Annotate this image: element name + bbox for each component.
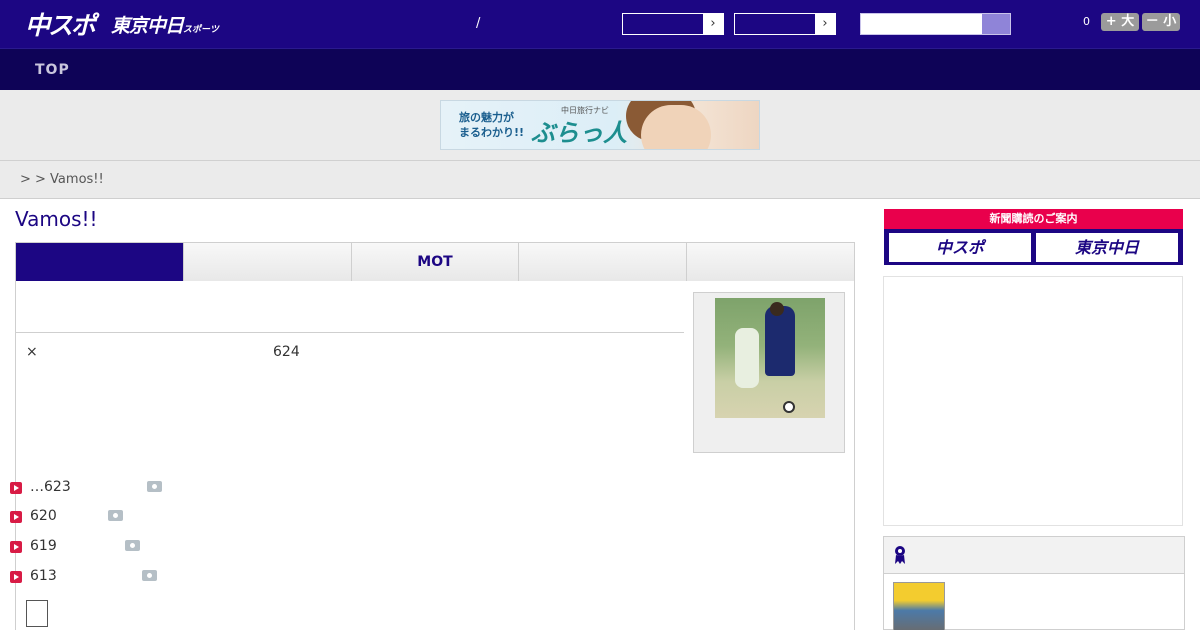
list-item-text[interactable]: …623 bbox=[30, 479, 71, 495]
page-title: Vamos!! bbox=[15, 207, 98, 231]
subscription-header: 新聞購読のご案内 bbox=[884, 209, 1183, 229]
breadcrumb[interactable]: > > Vamos!! bbox=[20, 172, 104, 187]
list-item-text[interactable]: 619 bbox=[30, 538, 57, 554]
search-button[interactable] bbox=[982, 14, 1010, 34]
header-select-1[interactable]: › bbox=[622, 13, 724, 35]
photo-ball bbox=[783, 401, 795, 413]
subscribe-tokyo-chunichi-button[interactable]: 東京中日 bbox=[1036, 233, 1178, 262]
banner-line2: まるわかり!! bbox=[459, 126, 525, 139]
bullet-arrow-icon bbox=[10, 482, 22, 494]
chevron-right-icon: › bbox=[703, 14, 723, 34]
sidebar-ad-slot[interactable] bbox=[883, 276, 1183, 526]
article-panel: × 624 bbox=[15, 281, 855, 464]
camera-icon bbox=[125, 540, 140, 551]
camera-icon bbox=[147, 481, 162, 492]
logo-tokyo-text: 東京中日 bbox=[111, 15, 184, 37]
photo-player-opponent bbox=[735, 328, 759, 388]
tab-5[interactable] bbox=[687, 243, 854, 281]
breadcrumb-bar: > > Vamos!! bbox=[0, 161, 1200, 199]
article-divider bbox=[16, 332, 684, 333]
header-select-2[interactable]: › bbox=[734, 13, 836, 35]
article-times-sign: × bbox=[26, 344, 38, 360]
site-header: 中スポ 東京中日スポーツ / › › 0 + 大 － 小 bbox=[0, 0, 1200, 48]
empty-thumbnail-box[interactable] bbox=[26, 600, 48, 627]
tab-2[interactable] bbox=[183, 243, 352, 281]
soccer-photo[interactable] bbox=[715, 298, 825, 418]
subscribe-chuspo-button[interactable]: 中スポ bbox=[889, 233, 1031, 262]
site-logo-chuspo[interactable]: 中スポ bbox=[25, 6, 96, 42]
site-logo-tokyo-chunichi[interactable]: 東京中日スポーツ bbox=[111, 11, 219, 38]
travel-ad-banner[interactable]: 旅の魅力が まるわかり!! 中日旅行ナビ ぶらっ人 bbox=[440, 100, 760, 150]
column-tabs: MOT bbox=[15, 242, 855, 288]
banner-main-text: ぶらっ人 bbox=[531, 119, 627, 147]
search-input[interactable] bbox=[860, 13, 1011, 35]
banner-photo-face bbox=[641, 105, 711, 149]
list-item-text[interactable]: 613 bbox=[30, 568, 57, 584]
sidebar-thumbnail[interactable] bbox=[893, 582, 945, 630]
bullet-arrow-icon bbox=[10, 541, 22, 553]
camera-icon bbox=[142, 570, 157, 581]
banner-area: 旅の魅力が まるわかり!! 中日旅行ナビ ぶらっ人 bbox=[0, 90, 1200, 161]
logo-tokyo-small-text: スポーツ bbox=[183, 25, 219, 35]
back-number-list bbox=[15, 463, 855, 630]
article-issue-number: 624 bbox=[273, 344, 300, 360]
banner-line1: 旅の魅力が bbox=[459, 111, 514, 124]
font-larger-button[interactable]: + 大 bbox=[1101, 13, 1139, 31]
article-photo-frame bbox=[693, 292, 845, 453]
chevron-right-icon: › bbox=[815, 14, 835, 34]
bullet-arrow-icon bbox=[10, 511, 22, 523]
tab-4[interactable] bbox=[519, 243, 688, 281]
banner-left-text: 旅の魅力がまるわかり!! bbox=[459, 110, 524, 140]
bullet-arrow-icon bbox=[10, 571, 22, 583]
list-item-text[interactable]: 620 bbox=[30, 508, 57, 524]
camera-icon bbox=[108, 510, 123, 521]
font-smaller-button[interactable]: － 小 bbox=[1142, 13, 1180, 31]
photo-player-main bbox=[765, 306, 795, 376]
global-nav: TOP bbox=[0, 48, 1200, 90]
header-separator: / bbox=[476, 16, 481, 31]
tab-mot[interactable]: MOT bbox=[351, 243, 520, 281]
nav-item-top[interactable]: TOP bbox=[35, 62, 70, 78]
tab-1[interactable] bbox=[16, 243, 184, 288]
ribbon-icon bbox=[895, 546, 905, 564]
photo-player-head bbox=[770, 302, 784, 316]
subscription-box: 新聞購読のご案内 中スポ 東京中日 bbox=[884, 209, 1183, 265]
sidebar-ranking-box bbox=[883, 536, 1185, 630]
sidebar-box-header bbox=[884, 537, 1184, 574]
font-size-indicator: 0 bbox=[1083, 15, 1090, 28]
